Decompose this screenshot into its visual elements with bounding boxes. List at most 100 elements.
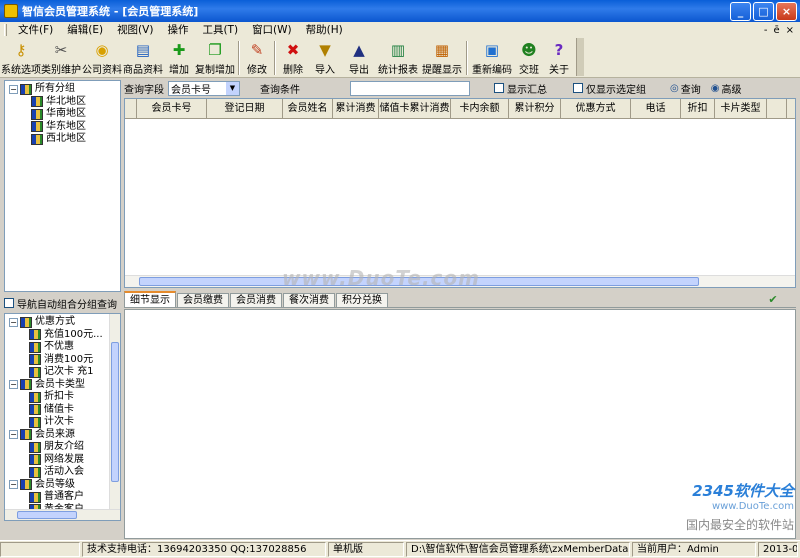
status-bar: 技术支持电话：13694203350 QQ:137028856 单机版 D:\智… — [0, 540, 800, 558]
collapse-toggle[interactable]: − — [9, 430, 18, 440]
export-button[interactable]: ▲ 导出 — [342, 38, 376, 77]
advanced-button[interactable]: 高级 — [721, 81, 741, 96]
tree-leaf-node[interactable]: 普通客户 — [5, 491, 120, 504]
column-header[interactable]: 优惠方式 — [561, 99, 631, 118]
column-header[interactable]: 会员卡号 — [137, 99, 207, 118]
category-maintain-button[interactable]: ✂ 类别维护 — [40, 38, 82, 77]
tree-node-group[interactable]: 华东地区 — [5, 121, 120, 134]
statistics-report-button[interactable]: ▥ 统计报表 — [376, 38, 420, 77]
copy-add-button[interactable]: ❐ 复制增加 — [194, 38, 236, 77]
recode-button[interactable]: ▣ 重新编码 — [470, 38, 514, 77]
horizontal-scrollbar[interactable] — [5, 509, 120, 520]
about-button[interactable]: ? 关于 — [544, 38, 574, 77]
auto-group-query-checkbox[interactable]: 导航自动组合分组查询 — [4, 296, 121, 311]
collapse-toggle[interactable]: − — [9, 480, 18, 490]
tree-category-node[interactable]: − 会员卡类型 — [5, 379, 120, 392]
tree-category-node[interactable]: − 会员来源 — [5, 429, 120, 442]
tab-points-exchange[interactable]: 积分兑换 — [336, 293, 388, 307]
menu-tools[interactable]: 工具(T) — [195, 22, 245, 38]
column-header[interactable]: 储值卡累计消费 — [379, 99, 451, 118]
chevron-down-icon[interactable]: ▼ — [226, 81, 239, 95]
toolbar-overflow-button[interactable] — [576, 38, 584, 76]
menu-view[interactable]: 视图(V) — [110, 22, 160, 38]
tab-meal-consumption[interactable]: 餐次消费 — [283, 293, 335, 307]
tab-member-consumption[interactable]: 会员消费 — [230, 293, 282, 307]
menu-window[interactable]: 窗口(W) — [245, 22, 299, 38]
tree-leaf-node[interactable]: 不优惠 — [5, 341, 120, 354]
column-header[interactable]: 折扣 — [681, 99, 715, 118]
books-icon — [20, 316, 32, 328]
delete-button[interactable]: ✖ 删除 — [278, 38, 308, 77]
tree-node-group[interactable]: 华南地区 — [5, 108, 120, 121]
menu-operation[interactable]: 操作 — [160, 22, 195, 38]
query-condition-input[interactable] — [350, 80, 470, 96]
app-icon — [4, 4, 18, 18]
tree-node-group[interactable]: 西北地区 — [5, 133, 120, 146]
collapse-toggle[interactable]: − — [9, 317, 18, 327]
mdi-minimize-button[interactable]: - — [764, 25, 768, 36]
column-header[interactable]: 累计消费 — [333, 99, 379, 118]
shift-handover-button[interactable]: ☻ 交班 — [514, 38, 544, 77]
minimize-button[interactable]: _ — [730, 1, 751, 21]
menu-edit[interactable]: 编辑(E) — [60, 22, 110, 38]
row-indicator-header — [125, 99, 137, 118]
tree-root-node[interactable]: − 所有分组 — [5, 83, 120, 96]
tree-category-node[interactable]: − 优惠方式 — [5, 316, 120, 329]
collapse-toggle[interactable]: − — [9, 380, 18, 390]
column-chooser[interactable] — [767, 99, 787, 118]
column-header[interactable]: 电话 — [631, 99, 681, 118]
scroll-thumb[interactable] — [111, 342, 119, 482]
reminder-display-button[interactable]: ▦ 提醒显示 — [420, 38, 464, 77]
binoculars-icon: ◎ — [670, 82, 679, 94]
vertical-scrollbar[interactable] — [109, 314, 120, 509]
scroll-thumb[interactable] — [17, 511, 77, 519]
column-header[interactable]: 累计积分 — [509, 99, 561, 118]
checkbox-box[interactable] — [4, 298, 14, 308]
import-icon: ▼ — [319, 40, 331, 59]
tree-leaf-node[interactable]: 记次卡 充1 — [5, 366, 120, 379]
show-selected-group-checkbox[interactable] — [573, 83, 583, 93]
menu-help[interactable]: 帮助(H) — [299, 22, 350, 38]
add-button[interactable]: ✚ 增加 — [164, 38, 194, 77]
collapse-toggle[interactable]: − — [9, 84, 18, 94]
show-summary-label: 显示汇总 — [507, 84, 547, 96]
site-logo: 2345软件大全 www.DuoTe.com 国内最安全的软件站 — [685, 482, 794, 532]
column-header[interactable]: 会员姓名 — [283, 99, 333, 118]
tree-leaf-node[interactable]: 折扣卡 — [5, 391, 120, 404]
tree-node-group[interactable]: 华北地区 — [5, 96, 120, 109]
tree-leaf-node[interactable]: 活动入会 — [5, 466, 120, 479]
books-icon — [31, 108, 43, 120]
show-summary-checkbox[interactable] — [494, 83, 504, 93]
books-icon — [29, 391, 41, 403]
tree-leaf-node[interactable]: 计次卡 — [5, 416, 120, 429]
close-button[interactable]: × — [776, 1, 797, 21]
company-info-button[interactable]: ◉ 公司资料 — [82, 38, 122, 77]
tree-leaf-node[interactable]: 储值卡 — [5, 404, 120, 417]
copy-add-icon: ❐ — [208, 40, 222, 59]
books-icon — [29, 466, 41, 478]
product-info-button[interactable]: ▤ 商品资料 — [122, 38, 164, 77]
tab-member-payment[interactable]: 会员缴费 — [177, 293, 229, 307]
books-icon — [20, 379, 32, 391]
edit-button[interactable]: ✎ 修改 — [242, 38, 272, 77]
tree-leaf-node[interactable]: 朋友介绍 — [5, 441, 120, 454]
maximize-button[interactable]: □ — [753, 1, 774, 21]
system-options-button[interactable]: ⚷ 系统选项 — [1, 38, 41, 77]
tree-category-node[interactable]: − 会员等级 — [5, 479, 120, 492]
data-path: D:\智信软件\智信会员管理系统\zxMemberData.sys — [406, 542, 630, 557]
tree-leaf-node[interactable]: 消费100元 — [5, 354, 120, 367]
menu-file[interactable]: 文件(F) — [11, 22, 60, 38]
tree-leaf-node[interactable]: 网络发展 — [5, 454, 120, 467]
refresh-icon[interactable]: ✔ — [764, 292, 782, 307]
group-tree-panel: − 所有分组 华北地区 华南地区 华东地区 西北地区 — [4, 80, 121, 292]
import-button[interactable]: ▼ 导入 — [308, 38, 342, 77]
tree-leaf-node[interactable]: 充值100元... — [5, 329, 120, 342]
column-header[interactable]: 登记日期 — [207, 99, 283, 118]
mdi-close-button[interactable]: × — [786, 25, 794, 36]
column-header[interactable]: 卡片类型 — [715, 99, 767, 118]
column-header[interactable]: 卡内余额 — [451, 99, 509, 118]
query-field-select[interactable]: 会员卡号 ▼ — [168, 80, 240, 96]
search-button[interactable]: 查询 — [681, 81, 701, 96]
mdi-restore-button[interactable]: ē — [773, 25, 779, 36]
tab-detail[interactable]: 细节显示 — [124, 291, 176, 307]
